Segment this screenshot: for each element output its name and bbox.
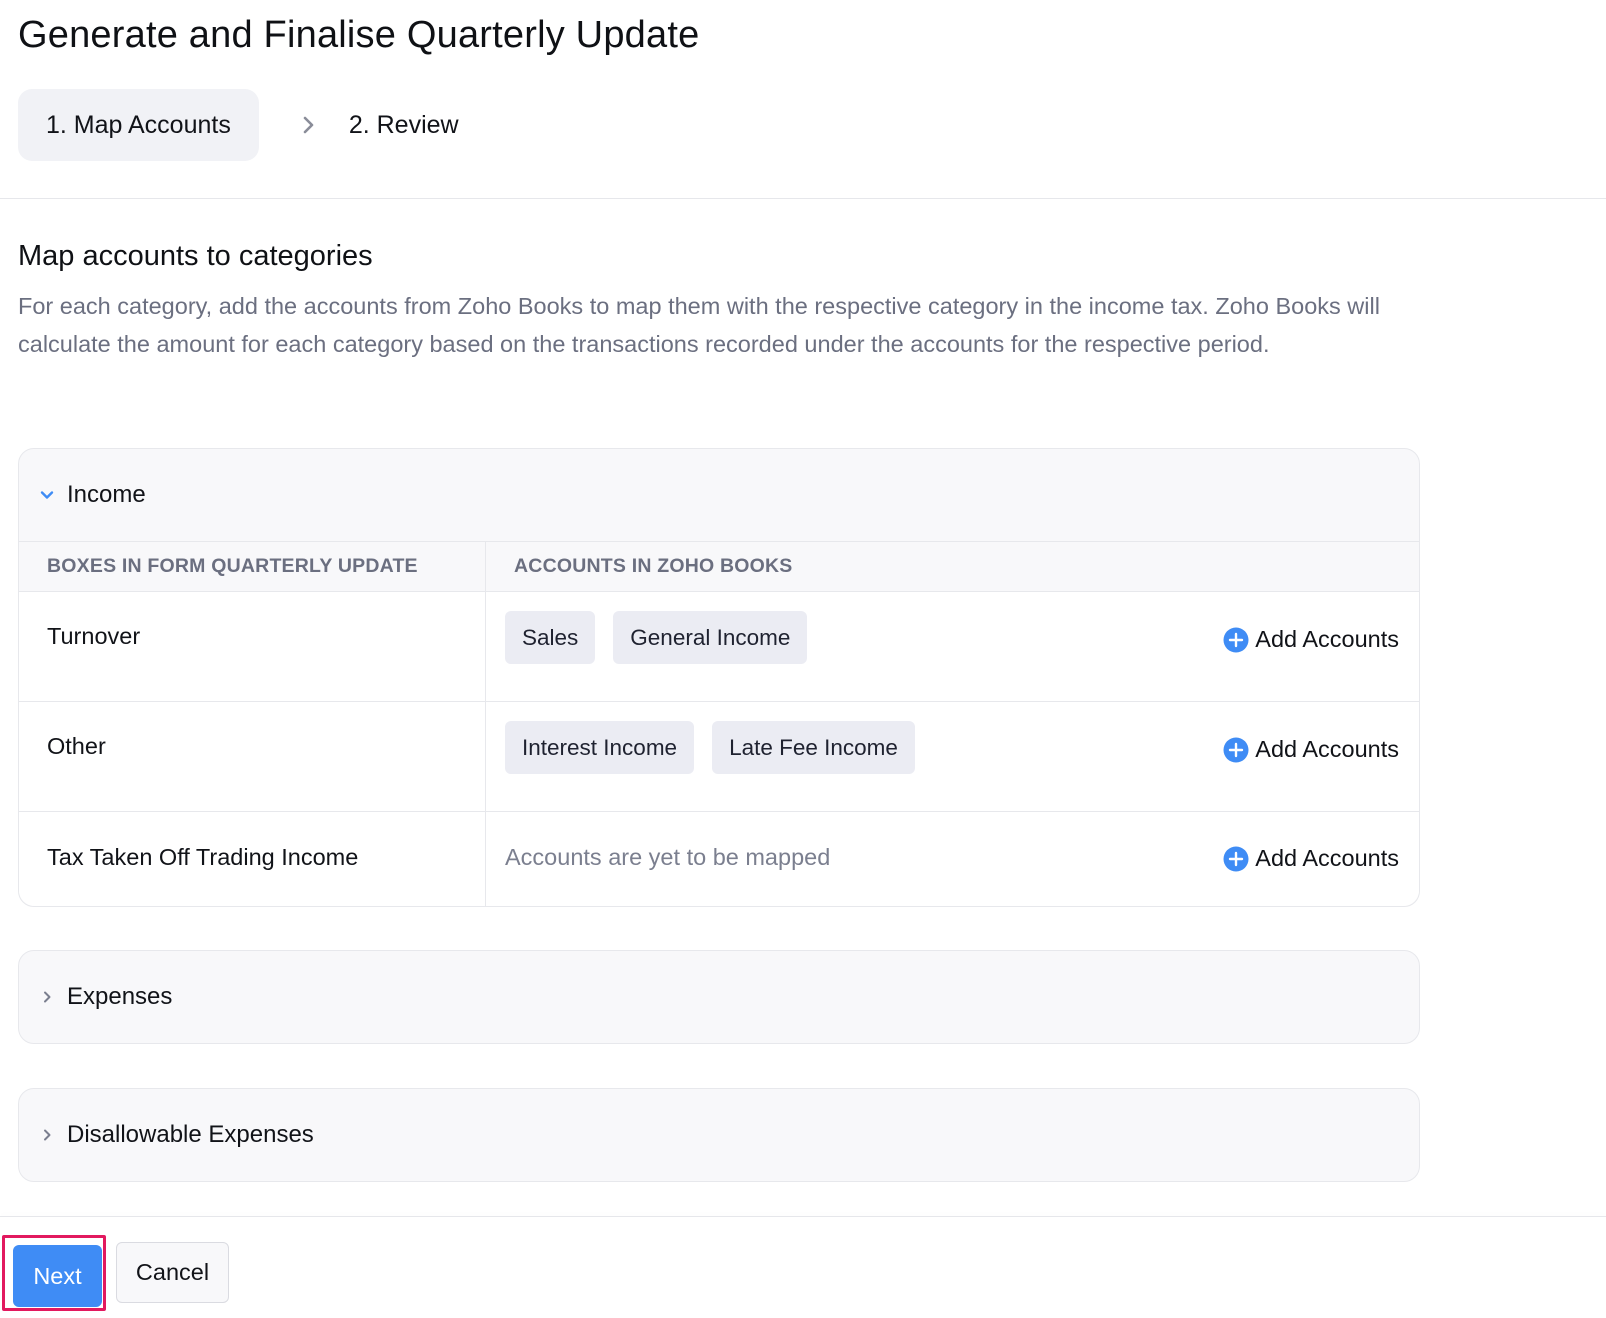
- chevron-down-icon: [37, 485, 57, 505]
- box-label-other: Other: [19, 702, 486, 811]
- account-chip[interactable]: Late Fee Income: [712, 721, 915, 774]
- table-header: BOXES IN FORM QUARTERLY UPDATE ACCOUNTS …: [19, 542, 1419, 592]
- plus-circle-icon: [1223, 737, 1249, 762]
- expenses-panel-label: Expenses: [67, 983, 173, 1010]
- accounts-cell: Accounts are yet to be mapped Add Accoun…: [486, 812, 1419, 906]
- account-chip[interactable]: Interest Income: [505, 721, 695, 774]
- accounts-cell: Interest Income Late Fee Income Add Acco…: [486, 702, 1419, 811]
- cancel-button[interactable]: Cancel: [116, 1242, 229, 1303]
- income-panel-label: Income: [67, 481, 146, 508]
- expenses-panel-header[interactable]: Expenses: [19, 951, 1419, 1043]
- step-map-accounts[interactable]: 1. Map Accounts: [18, 89, 259, 161]
- account-chip[interactable]: Sales: [505, 611, 596, 664]
- plus-circle-icon: [1223, 846, 1249, 871]
- accounts-cell: Sales General Income Add Accounts: [486, 592, 1419, 701]
- page-title: Generate and Finalise Quarterly Update: [18, 14, 700, 56]
- section-title: Map accounts to categories: [18, 240, 373, 272]
- box-label-turnover: Turnover: [19, 592, 486, 701]
- empty-accounts-message: Accounts are yet to be mapped: [505, 844, 831, 870]
- add-accounts-label: Add Accounts: [1255, 626, 1399, 652]
- table-row: Turnover Sales General Income Add Accoun…: [19, 592, 1419, 702]
- add-accounts-label: Add Accounts: [1255, 845, 1399, 871]
- footer-divider: [0, 1216, 1606, 1217]
- column-header-boxes: BOXES IN FORM QUARTERLY UPDATE: [19, 542, 486, 591]
- stepper: 1. Map Accounts 2. Review: [18, 89, 459, 161]
- disallowable-expenses-panel-label: Disallowable Expenses: [67, 1121, 314, 1148]
- income-panel-header[interactable]: Income: [19, 449, 1419, 541]
- table-row: Other Interest Income Late Fee Income Ad…: [19, 702, 1419, 812]
- add-accounts-label: Add Accounts: [1255, 736, 1399, 762]
- step-separator-chevron-icon: [299, 116, 317, 134]
- chevron-right-icon: [37, 1125, 57, 1145]
- header-divider: [0, 198, 1606, 199]
- income-panel: Income BOXES IN FORM QUARTERLY UPDATE AC…: [18, 448, 1420, 907]
- add-accounts-button[interactable]: Add Accounts: [1223, 736, 1399, 763]
- quarterly-update-page: Generate and Finalise Quarterly Update 1…: [0, 0, 1606, 1318]
- add-accounts-button[interactable]: Add Accounts: [1223, 845, 1399, 872]
- expenses-panel: Expenses: [18, 950, 1420, 1044]
- next-button-highlight: Next: [2, 1235, 106, 1311]
- income-mapping-table: BOXES IN FORM QUARTERLY UPDATE ACCOUNTS …: [19, 541, 1419, 906]
- add-accounts-button[interactable]: Add Accounts: [1223, 626, 1399, 653]
- next-button[interactable]: Next: [13, 1245, 102, 1307]
- disallowable-expenses-panel: Disallowable Expenses: [18, 1088, 1420, 1182]
- step-review[interactable]: 2. Review: [349, 111, 459, 140]
- disallowable-expenses-panel-header[interactable]: Disallowable Expenses: [19, 1089, 1419, 1181]
- chevron-right-icon: [37, 987, 57, 1007]
- section-description: For each category, add the accounts from…: [18, 293, 1380, 357]
- column-header-accounts: ACCOUNTS IN ZOHO BOOKS: [514, 555, 793, 577]
- account-chip[interactable]: General Income: [613, 611, 808, 664]
- box-label-tax-taken-off: Tax Taken Off Trading Income: [19, 812, 486, 906]
- table-row: Tax Taken Off Trading Income Accounts ar…: [19, 812, 1419, 906]
- plus-circle-icon: [1223, 627, 1249, 652]
